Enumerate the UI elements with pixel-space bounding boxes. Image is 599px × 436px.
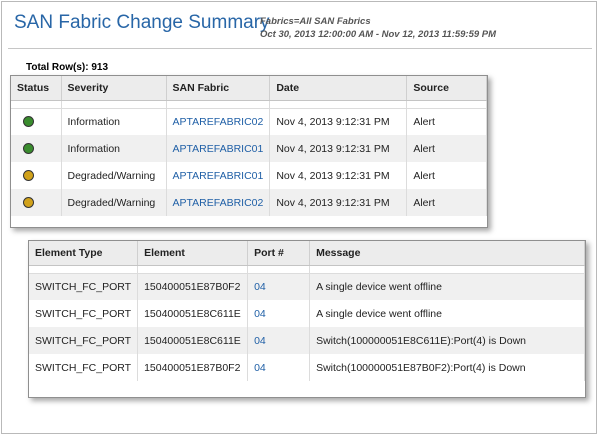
date-range: Oct 30, 2013 12:00:00 AM - Nov 12, 2013 …: [260, 29, 497, 40]
status-cell: [11, 162, 62, 189]
table-row: SWITCH_FC_PORT 150400051E8C611E 04 Switc…: [29, 327, 585, 354]
date-cell: Nov 4, 2013 9:12:31 PM: [269, 162, 408, 189]
column-header-severity[interactable]: Severity: [61, 76, 167, 101]
status-cell: [11, 135, 62, 162]
element-cell: 150400051E8C611E: [137, 327, 249, 354]
total-rows-value: 913: [91, 62, 109, 73]
element-details-table-excerpt: Element Type Element Port # Message SWIT…: [28, 240, 586, 398]
message-cell: Switch(100000051E8C611E):Port(4) is Down: [309, 327, 585, 354]
status-cell: [11, 108, 62, 135]
element-type-cell: SWITCH_FC_PORT: [29, 300, 139, 327]
source-cell: Alert: [406, 162, 487, 189]
san-fabric-link[interactable]: APTAREFABRIC02: [173, 116, 264, 128]
title-divider: [8, 48, 592, 49]
table-row: SWITCH_FC_PORT 150400051E87B0F2 04 A sin…: [29, 273, 585, 300]
port-cell: 04: [247, 354, 311, 381]
message-cell: A single device went offline: [309, 300, 585, 327]
status-indicator-icon: [23, 197, 34, 209]
column-header-element-type[interactable]: Element Type: [29, 241, 139, 266]
element-type-cell: SWITCH_FC_PORT: [29, 354, 139, 381]
table-row: Information APTAREFABRIC02 Nov 4, 2013 9…: [11, 108, 487, 135]
column-header-san-fabric[interactable]: SAN Fabric: [166, 76, 271, 101]
severity-cell: Degraded/Warning: [61, 162, 167, 189]
table-header-row: Element Type Element Port # Message: [29, 241, 585, 266]
source-cell: Alert: [406, 108, 487, 135]
total-rows-label: Total Row(s):: [26, 62, 89, 73]
table-header-row: Status Severity SAN Fabric Date Source: [11, 76, 487, 101]
table-row: Information APTAREFABRIC01 Nov 4, 2013 9…: [11, 135, 487, 162]
column-header-source[interactable]: Source: [406, 76, 487, 101]
table-spacer-row: [29, 265, 585, 274]
element-cell: 150400051E87B0F2: [137, 273, 249, 300]
table-row: SWITCH_FC_PORT 150400051E87B0F2 04 Switc…: [29, 354, 585, 381]
page-title: SAN Fabric Change Summary: [14, 12, 270, 33]
element-details-table: Element Type Element Port # Message SWIT…: [29, 241, 585, 381]
change-summary-table: Status Severity SAN Fabric Date Source I…: [11, 76, 487, 216]
table-row: Degraded/Warning APTAREFABRIC01 Nov 4, 2…: [11, 162, 487, 189]
date-cell: Nov 4, 2013 9:12:31 PM: [269, 189, 408, 216]
message-cell: A single device went offline: [309, 273, 585, 300]
port-link[interactable]: 04: [254, 281, 266, 293]
column-header-date[interactable]: Date: [269, 76, 408, 101]
port-cell: 04: [247, 273, 311, 300]
severity-cell: Degraded/Warning: [61, 189, 167, 216]
status-cell: [11, 189, 62, 216]
column-header-message[interactable]: Message: [309, 241, 585, 266]
report-scope: Fabrics=All SAN Fabrics Oct 30, 2013 12:…: [260, 15, 496, 41]
column-header-port[interactable]: Port #: [247, 241, 311, 266]
status-indicator-icon: [23, 170, 34, 182]
san-fabric-cell: APTAREFABRIC01: [166, 135, 271, 162]
severity-cell: Information: [61, 108, 167, 135]
element-type-cell: SWITCH_FC_PORT: [29, 273, 139, 300]
source-cell: Alert: [406, 135, 487, 162]
table-row: Degraded/Warning APTAREFABRIC02 Nov 4, 2…: [11, 189, 487, 216]
port-cell: 04: [247, 327, 311, 354]
san-fabric-cell: APTAREFABRIC02: [166, 108, 271, 135]
status-indicator-icon: [23, 116, 34, 128]
total-rows: Total Row(s): 913: [26, 62, 108, 73]
san-fabric-link[interactable]: APTAREFABRIC01: [173, 143, 264, 155]
change-summary-table-excerpt: Status Severity SAN Fabric Date Source I…: [10, 75, 488, 228]
filter-line: Fabrics=All SAN Fabrics: [260, 16, 371, 27]
status-indicator-icon: [23, 143, 34, 155]
date-cell: Nov 4, 2013 9:12:31 PM: [269, 135, 408, 162]
port-link[interactable]: 04: [254, 335, 266, 347]
message-cell: Switch(100000051E87B0F2):Port(4) is Down: [309, 354, 585, 381]
table-spacer-row: [11, 100, 487, 109]
column-header-element[interactable]: Element: [137, 241, 249, 266]
date-cell: Nov 4, 2013 9:12:31 PM: [269, 108, 408, 135]
element-type-cell: SWITCH_FC_PORT: [29, 327, 139, 354]
column-header-status[interactable]: Status: [11, 76, 62, 101]
san-fabric-link[interactable]: APTAREFABRIC01: [173, 170, 264, 182]
element-cell: 150400051E87B0F2: [137, 354, 249, 381]
source-cell: Alert: [406, 189, 487, 216]
port-link[interactable]: 04: [254, 308, 266, 320]
san-fabric-cell: APTAREFABRIC02: [166, 189, 271, 216]
element-cell: 150400051E8C611E: [137, 300, 249, 327]
severity-cell: Information: [61, 135, 167, 162]
port-cell: 04: [247, 300, 311, 327]
san-fabric-link[interactable]: APTAREFABRIC02: [173, 197, 264, 209]
table-row: SWITCH_FC_PORT 150400051E8C611E 04 A sin…: [29, 300, 585, 327]
port-link[interactable]: 04: [254, 362, 266, 374]
san-fabric-cell: APTAREFABRIC01: [166, 162, 271, 189]
